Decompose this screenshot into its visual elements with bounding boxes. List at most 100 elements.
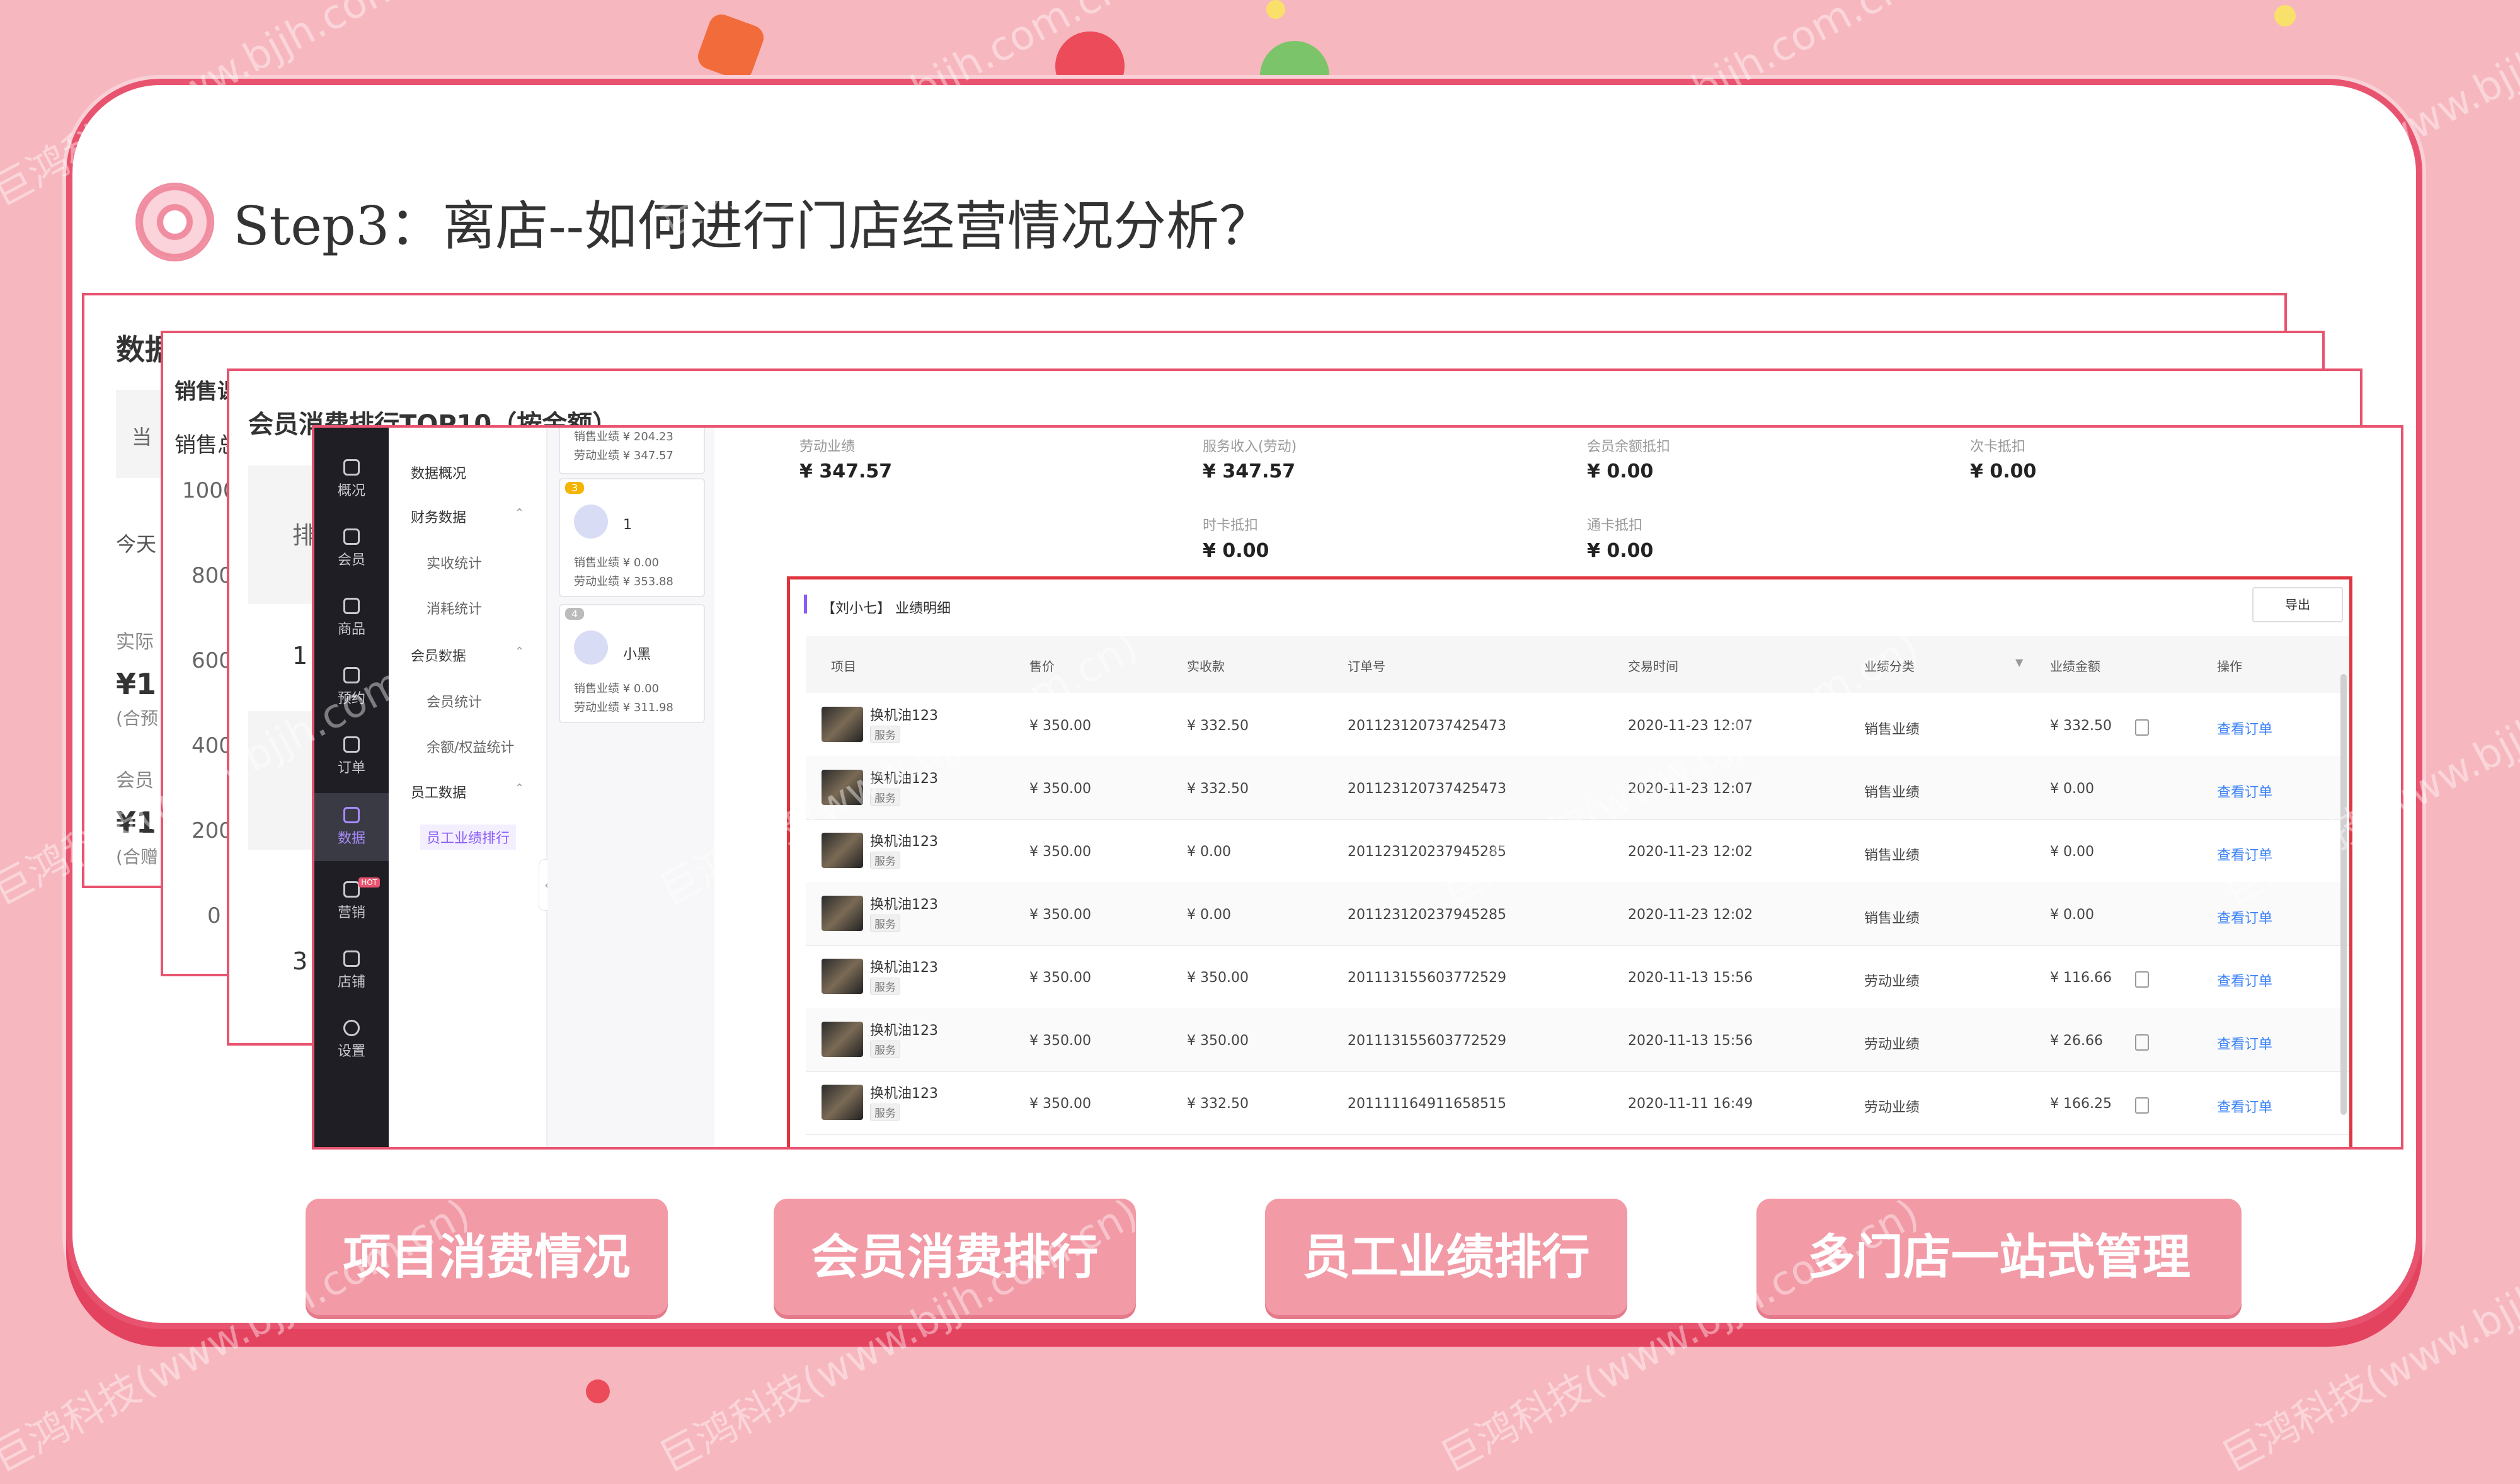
staff-ranking-button[interactable]: 员工业绩排行: [1265, 1199, 1627, 1315]
table-row: 换机油123 服务 ¥ 350.00 ¥ 350.00 2011131556037725…: [806, 945, 2349, 1009]
edit-icon[interactable]: [2135, 1097, 2149, 1114]
nav-marketing[interactable]: HOT 营销: [314, 877, 389, 922]
amount-cell: ¥ 332.50: [2050, 718, 2112, 734]
today-label: 今天: [116, 532, 157, 556]
nav-data[interactable]: 数据: [314, 793, 389, 861]
view-order-link[interactable]: 查看订单: [2217, 844, 2272, 864]
price-cell: ¥ 350.00: [1029, 718, 1091, 734]
sales-line: 销售业绩 ¥ 204.23: [574, 430, 673, 443]
chevron-up-icon[interactable]: ⌃: [515, 645, 524, 658]
edit-icon[interactable]: [2135, 971, 2149, 988]
table-row: 换机油123 服务 ¥ 350.00 ¥ 332.50 2011231207374254…: [806, 756, 2349, 820]
column-header: 项目: [831, 659, 856, 674]
stat-label: 服务收入(劳动): [1203, 439, 1297, 455]
stat-label: 时卡抵扣: [1203, 518, 1259, 534]
nav-label: 预约: [337, 691, 365, 707]
product-tag: 服务: [870, 1041, 900, 1058]
nav-orders[interactable]: 订单: [314, 736, 389, 777]
scrollbar[interactable]: [2340, 674, 2347, 1115]
menu-staff-rank[interactable]: 员工业绩排行: [420, 825, 517, 850]
amount-cell: ¥ 166.25: [2050, 1096, 2112, 1112]
category-cell: 销售业绩: [1864, 911, 1920, 927]
stat-label: 通卡抵扣: [1587, 518, 1643, 534]
price-cell: ¥ 350.00: [1029, 781, 1091, 797]
view-order-link[interactable]: 查看订单: [2217, 718, 2272, 738]
amount-cell: ¥ 0.00: [2050, 781, 2094, 797]
view-order-link[interactable]: 查看订单: [2217, 1033, 2272, 1053]
nav-booking[interactable]: 预约: [314, 667, 389, 707]
amount-cell: ¥ 0.00: [2050, 844, 2094, 860]
sales-line: 销售业绩 ¥ 0.00: [574, 556, 659, 569]
product-name: 换机油123: [870, 1023, 938, 1039]
labor-line: 劳动业绩 ¥ 353.88: [574, 575, 673, 588]
view-order-link[interactable]: 查看订单: [2217, 1096, 2272, 1116]
rank-badge: 4: [565, 608, 585, 620]
product-tag: 服务: [870, 852, 900, 869]
nav-member[interactable]: 会员: [314, 528, 389, 569]
product-tag: 服务: [870, 978, 900, 995]
filter-icon[interactable]: ▼: [2015, 656, 2023, 668]
paid-cell: ¥ 332.50: [1187, 718, 1249, 734]
chevron-up-icon[interactable]: ⌃: [515, 506, 524, 520]
column-header: 实收款: [1187, 659, 1225, 674]
rank-number: 3: [292, 947, 308, 975]
time-cell: 2020-11-23 12:02: [1628, 907, 1753, 923]
rank-card[interactable]: 3 1 销售业绩 ¥ 0.00 劳动业绩 ¥ 353.88: [559, 478, 705, 597]
menu-balance-stat[interactable]: 余额/权益统计: [427, 736, 514, 756]
nav-overview[interactable]: 概况: [314, 459, 389, 499]
calendar-check-icon: [343, 667, 360, 683]
amount-cell: ¥ 26.66: [2050, 1033, 2103, 1049]
stat-value: ¥ 0.00: [1587, 460, 1654, 482]
actual-amount: ¥1: [116, 667, 157, 701]
paid-cell: ¥ 350.00: [1187, 970, 1249, 986]
edit-icon[interactable]: [2135, 719, 2149, 736]
time-cell: 2020-11-11 16:49: [1628, 1096, 1753, 1112]
menu-data-overview[interactable]: 数据概况: [411, 462, 466, 482]
product-thumbnail: [822, 896, 863, 931]
nav-label: 商品: [337, 622, 365, 637]
price-cell: ¥ 350.00: [1029, 970, 1091, 986]
export-button[interactable]: 导出: [2252, 587, 2343, 622]
product-tag: 服务: [870, 1104, 900, 1121]
view-order-link[interactable]: 查看订单: [2217, 970, 2272, 990]
staff-name: 1: [623, 517, 632, 533]
member-ranking-button[interactable]: 会员消费排行: [774, 1199, 1136, 1315]
multi-store-button[interactable]: 多门店一站式管理: [1756, 1199, 2242, 1315]
nav-goods[interactable]: 商品: [314, 598, 389, 638]
menu-member-data[interactable]: 会员数据: [411, 645, 466, 665]
order-icon: [343, 736, 360, 753]
order-cell: 201111164911658515: [1348, 1096, 1506, 1112]
stat-label: 次卡抵扣: [1970, 439, 2026, 455]
labor-line: 劳动业绩 ¥ 311.98: [574, 701, 673, 714]
menu-actual-stat[interactable]: 实收统计: [427, 552, 482, 573]
category-cell: 销售业绩: [1864, 848, 1920, 864]
rank-card[interactable]: 销售业绩 ¥ 204.23 劳动业绩 ¥ 347.57: [559, 428, 705, 474]
nav-label: 营销: [337, 905, 365, 921]
dot-decor: [1266, 0, 1285, 19]
product-tag: 服务: [870, 789, 900, 806]
table-row: 换机油123 服务 ¥ 350.00 ¥ 332.50 2011231207374254…: [806, 693, 2349, 757]
title-row: Step3：离店--如何进行门店经营情况分析？: [135, 183, 1272, 261]
menu-member-stat[interactable]: 会员统计: [427, 691, 482, 711]
column-header: 交易时间: [1628, 659, 1678, 674]
amount-cell: ¥ 0.00: [2050, 907, 2094, 923]
edit-icon[interactable]: [2135, 1034, 2149, 1051]
menu-consume-stat[interactable]: 消耗统计: [427, 598, 482, 618]
time-cell: 2020-11-23 12:07: [1628, 781, 1753, 797]
rank-card[interactable]: 4 小黑 销售业绩 ¥ 0.00 劳动业绩 ¥ 311.98: [559, 604, 705, 723]
orange-cross-decor: [694, 11, 767, 84]
column-header: 操作: [2217, 659, 2242, 674]
store-icon: [343, 950, 360, 967]
dot-decor: [586, 1379, 610, 1403]
chevron-up-icon[interactable]: ⌃: [515, 782, 524, 795]
project-consumption-button[interactable]: 项目消费情况: [306, 1199, 668, 1315]
view-order-link[interactable]: 查看订单: [2217, 781, 2272, 801]
nav-label: 店铺: [337, 974, 365, 990]
order-cell: 201123120737425473: [1348, 781, 1506, 797]
menu-staff-data[interactable]: 员工数据: [411, 782, 466, 802]
nav-settings[interactable]: 设置: [314, 1020, 389, 1060]
view-order-link[interactable]: 查看订单: [2217, 907, 2272, 927]
nav-store[interactable]: 店铺: [314, 950, 389, 991]
time-cell: 2020-11-23 12:07: [1628, 718, 1753, 734]
menu-finance[interactable]: 财务数据: [411, 506, 466, 527]
